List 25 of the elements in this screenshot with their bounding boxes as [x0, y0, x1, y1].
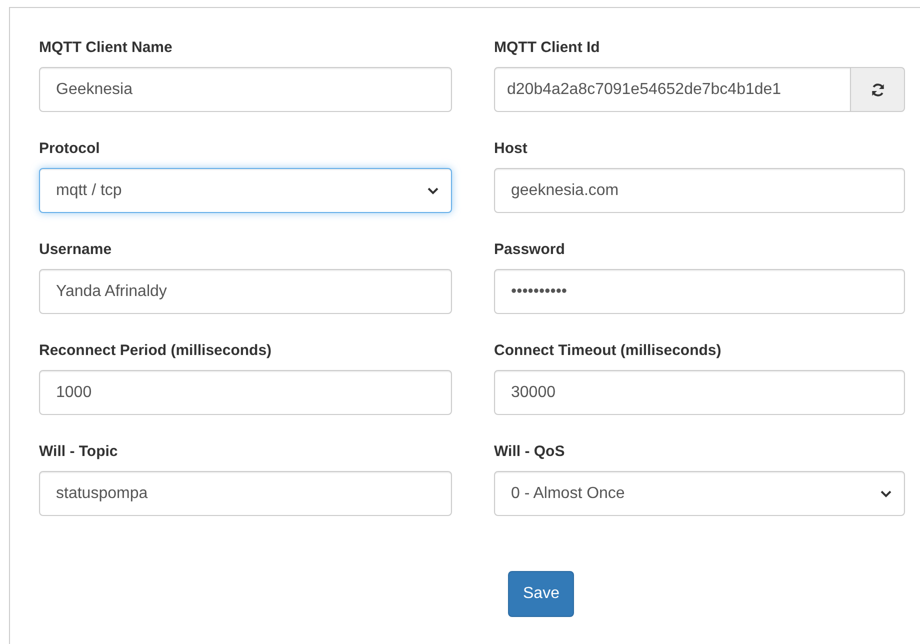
chevron-down-icon: [880, 490, 892, 498]
refresh-button[interactable]: [851, 67, 905, 112]
dropdown[interactable]: mqtt / tcp: [39, 168, 452, 213]
input-field[interactable]: 1000: [39, 370, 452, 415]
chevron-down-icon: [427, 186, 439, 194]
field-label: Will - QoS: [494, 442, 565, 462]
field-label: Username: [39, 240, 112, 260]
input-field[interactable]: 30000: [494, 370, 905, 415]
dropdown[interactable]: 0 - Almost Once: [494, 471, 905, 516]
input-field[interactable]: statuspompa: [39, 471, 452, 516]
field-label: Will - Topic: [39, 442, 118, 462]
input-field[interactable]: Yanda Afrinaldy: [39, 269, 452, 314]
field-label: Connect Timeout (milliseconds): [494, 341, 722, 361]
field-label: MQTT Client Id: [494, 38, 600, 58]
input-field[interactable]: d20b4a2a8c7091e54652de7bc4b1de1: [494, 67, 851, 112]
refresh-icon: [870, 82, 886, 98]
field-label: Reconnect Period (milliseconds): [39, 341, 272, 361]
save-button[interactable]: Save: [508, 571, 574, 617]
input-field[interactable]: geeknesia.com: [494, 168, 905, 213]
field-label: Host: [494, 139, 528, 159]
field-label: MQTT Client Name: [39, 38, 172, 58]
input-field[interactable]: Geeknesia: [39, 67, 452, 112]
field-label: Protocol: [39, 139, 100, 159]
input-field[interactable]: ••••••••••: [494, 269, 905, 314]
field-label: Password: [494, 240, 565, 260]
